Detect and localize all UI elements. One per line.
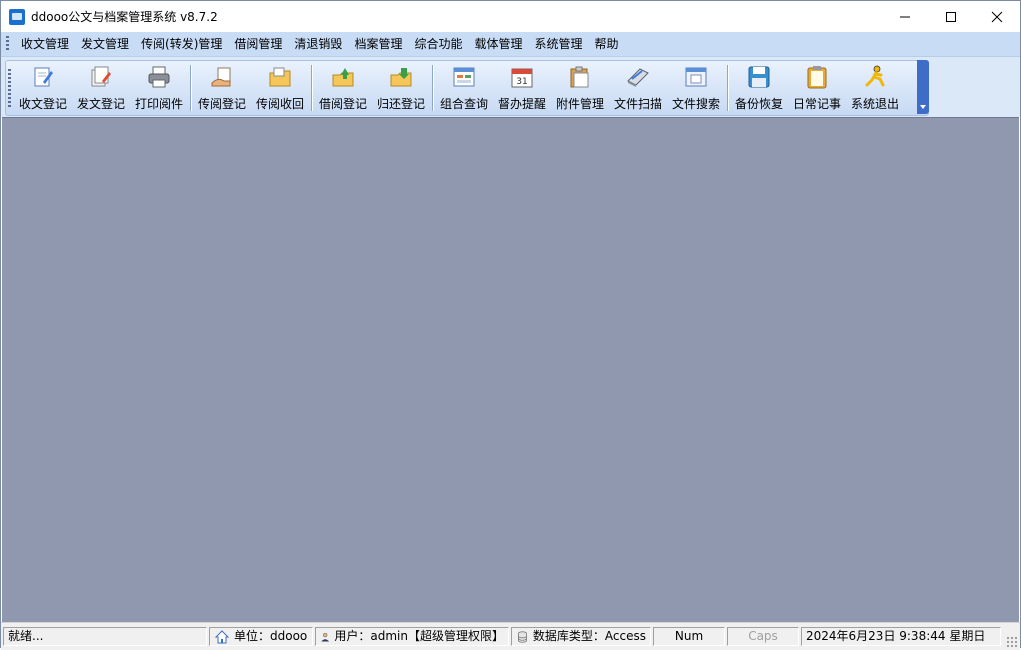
floppy-backup-icon — [748, 66, 770, 88]
menu-send[interactable]: 发文管理 — [75, 33, 135, 55]
return-register-icon — [390, 68, 412, 87]
mdi-client-area — [2, 117, 1019, 622]
resize-grip[interactable] — [1006, 636, 1018, 648]
menu-receive[interactable]: 收文管理 — [15, 33, 75, 55]
home-icon — [214, 629, 230, 643]
status-unit-panel: 单位：ddooo — [209, 627, 313, 646]
toolbar-separator — [727, 65, 728, 111]
toolbar-grip[interactable] — [8, 69, 11, 107]
printer-icon — [148, 66, 170, 88]
user-icon — [321, 632, 330, 642]
status-ready-panel: 就绪... — [3, 627, 207, 646]
toolbar-separator — [190, 65, 191, 111]
circulate-recall-button[interactable]: 传阅收回 — [251, 61, 309, 115]
attachment-icon — [570, 66, 589, 88]
file-search-icon — [685, 67, 707, 87]
minimize-button[interactable] — [882, 1, 928, 32]
circulate-register-icon — [211, 67, 231, 87]
menu-archive[interactable]: 档案管理 — [348, 33, 408, 55]
app-window: ddooo公文与档案管理系统 v8.7.2 收文管理 发文管理 传阅(转发)管理… — [0, 0, 1021, 650]
toolbar-area: 收文登记 发文登记 打印阅件 传阅登记 传阅收回 借阅登记 归还登记 组合查询 … — [1, 57, 1020, 117]
menu-grip[interactable] — [6, 36, 9, 52]
status-bar: 就绪... 单位：ddooo 用户：admin【超级管理权限】 数据库类型：Ac… — [1, 622, 1020, 650]
menu-media[interactable]: 载体管理 — [468, 33, 528, 55]
window-title: ddooo公文与档案管理系统 v8.7.2 — [31, 10, 218, 24]
file-search-button[interactable]: 文件搜索 — [667, 61, 725, 115]
circulate-recall-icon — [269, 67, 291, 87]
send-register-icon — [91, 66, 111, 87]
status-num-panel: Num — [653, 627, 725, 646]
status-caps-panel: Caps — [727, 627, 799, 646]
file-scan-button[interactable]: 文件扫描 — [609, 61, 667, 115]
menu-general[interactable]: 综合功能 — [408, 33, 468, 55]
menu-destroy[interactable]: 清退销毁 — [288, 33, 348, 55]
toolbar-separator — [432, 65, 433, 111]
minimize-icon — [900, 16, 910, 17]
status-datetime-panel: 2024年6月23日 9:38:44 星期日 — [801, 627, 1001, 646]
scanner-icon — [627, 68, 649, 87]
combined-query-icon — [453, 67, 475, 87]
return-register-button[interactable]: 归还登记 — [372, 61, 430, 115]
title-bar: ddooo公文与档案管理系统 v8.7.2 — [1, 1, 1020, 32]
borrow-register-button[interactable]: 借阅登记 — [314, 61, 372, 115]
status-user-panel: 用户：admin【超级管理权限】 — [315, 627, 509, 646]
system-exit-button[interactable]: 系统退出 — [846, 61, 904, 115]
calendar-reminder-icon: 31 — [511, 68, 533, 88]
main-toolbar: 收文登记 发文登记 打印阅件 传阅登记 传阅收回 借阅登记 归还登记 组合查询 … — [5, 60, 929, 116]
menu-bar: 收文管理 发文管理 传阅(转发)管理 借阅管理 清退销毁 档案管理 综合功能 载… — [1, 32, 1020, 57]
menu-circulate[interactable]: 传阅(转发)管理 — [135, 33, 228, 55]
window-controls — [882, 1, 1020, 32]
status-db-panel: 数据库类型：Access — [511, 627, 651, 646]
toolbar-separator — [311, 65, 312, 111]
maximize-icon — [946, 11, 956, 22]
toolbar-overflow-button[interactable] — [917, 60, 929, 114]
receive-register-icon — [34, 67, 53, 87]
combined-query-button[interactable]: 组合查询 — [435, 61, 493, 115]
database-icon — [518, 630, 527, 643]
maximize-button[interactable] — [928, 1, 974, 32]
menu-system[interactable]: 系统管理 — [528, 33, 588, 55]
receive-register-button[interactable]: 收文登记 — [14, 61, 72, 115]
close-icon — [991, 11, 1003, 22]
menu-help[interactable]: 帮助 — [589, 33, 625, 55]
supervise-reminder-button[interactable]: 31 督办提醒 — [493, 61, 551, 115]
send-register-button[interactable]: 发文登记 — [72, 61, 130, 115]
app-icon — [9, 8, 25, 25]
attachment-manage-button[interactable]: 附件管理 — [551, 61, 609, 115]
circulate-register-button[interactable]: 传阅登记 — [193, 61, 251, 115]
backup-restore-button[interactable]: 备份恢复 — [730, 61, 788, 115]
daily-notes-button[interactable]: 日常记事 — [788, 61, 846, 115]
print-button[interactable]: 打印阅件 — [130, 61, 188, 115]
borrow-register-icon — [332, 68, 354, 87]
svg-text:31: 31 — [516, 77, 527, 87]
close-button[interactable] — [974, 1, 1020, 32]
clipboard-notes-icon — [807, 66, 827, 89]
running-man-exit-icon — [865, 65, 885, 87]
menu-borrow[interactable]: 借阅管理 — [228, 33, 288, 55]
